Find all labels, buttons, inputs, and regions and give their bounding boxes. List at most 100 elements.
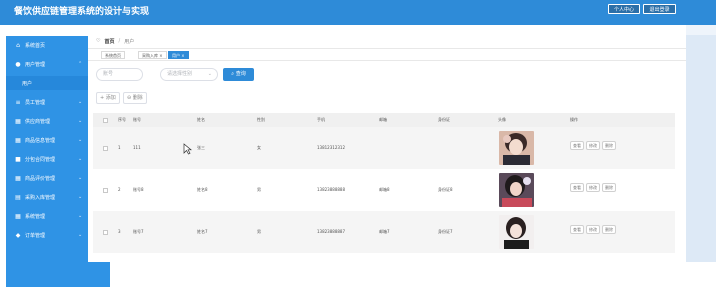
sidebar-item-label: 用户 [22,80,33,87]
mouse-cursor-icon [183,143,192,155]
avatar [499,215,534,249]
tab-home[interactable]: 系统首页 [101,51,125,59]
chevron-down-icon: ⌄ [207,71,212,77]
row-checkbox[interactable] [103,188,108,193]
row-checkbox[interactable] [103,230,108,235]
avatar-photo [499,215,534,249]
sidebar: ⌂ 系统首页 ● 用户管理 ⌃ 用户 ≡ 员工管理 ⌄ ▦ 供应商管理 ⌄ ▦ … [0,25,110,287]
chevron-down-icon: ⌄ [78,118,83,124]
truck-icon: ▤ [15,193,21,201]
personal-center-button[interactable]: 个人中心 [608,4,640,14]
view-button[interactable]: 查看 [570,225,584,234]
grid-icon: ▦ [15,136,21,144]
tab-user[interactable]: 用户 × [168,51,189,59]
main-content: ♡ 首页 / 用户 系统首页 采购入库 × 用户 × 账号 请选择性别 ⌄ ⌕ … [88,33,686,262]
sidebar-item-label: 员工管理 [25,99,46,106]
list-icon: ≡ [15,98,21,106]
query-button[interactable]: ⌕ 查询 [223,68,254,81]
app-title: 餐饮供应链管理系统的设计与实现 [14,7,150,17]
column-header-name: 姓名 [197,117,205,122]
delete-label: 删除 [132,95,143,101]
avatar-photo [499,131,534,165]
home-icon: ⌂ [16,41,20,49]
briefcase-icon: ■ [15,155,21,163]
edit-button[interactable]: 修改 [586,141,600,150]
account-search-input[interactable]: 账号 [96,68,143,81]
sidebar-item-label: 商品评价管理 [25,175,56,182]
cell-email: 邮箱7 [379,229,390,234]
cell-gender: 女 [257,145,261,150]
logout-button[interactable]: 退出登录 [643,4,676,14]
cell-account: 111 [133,145,141,150]
delete-circle-icon: ⊖ [127,95,132,101]
grid-icon: ▦ [15,174,21,182]
cell-phone: 13823888888 [317,187,345,192]
grid-icon: ▦ [15,117,21,125]
delete-button[interactable]: ⊖ 删除 [123,92,147,104]
divider [88,48,686,49]
user-icon: ● [15,60,21,68]
cell-account: 账号7 [133,229,144,234]
edit-button[interactable]: 修改 [586,225,600,234]
divider [88,60,686,61]
column-header-actions: 操作 [570,117,578,122]
cell-name: 姓名7 [197,229,208,234]
chevron-down-icon: ⌄ [78,137,83,143]
sidebar-item-label: 系统首页 [25,42,46,49]
cell-name: 张三 [197,145,205,150]
column-header-id-card: 身份证 [438,117,450,122]
column-header-account: 账号 [133,117,141,122]
view-button[interactable]: 查看 [570,183,584,192]
cell-account: 账号8 [133,187,144,192]
breadcrumb-separator: / [118,38,121,44]
table-row: 2 账号8 姓名8 男 13823888888 邮箱8 身份证8 查看 修改 删… [93,169,675,211]
top-bar: 餐饮供应链管理系统的设计与实现 个人中心 退出登录 [0,0,716,25]
cell-phone: 13823888887 [317,229,345,234]
breadcrumb-home[interactable]: 首页 [104,38,114,45]
cart-icon: ◆ [15,231,21,239]
cell-index: 2 [118,187,121,192]
gender-select[interactable]: 请选择性别 ⌄ [160,68,218,81]
select-all-checkbox[interactable] [103,118,108,123]
sidebar-item-label: 系统管理 [25,213,46,220]
avatar-photo [499,173,534,207]
right-background-panel [686,35,716,262]
tab-purchase-inbound[interactable]: 采购入库 × [138,51,167,59]
cell-email: 邮箱8 [379,187,390,192]
delete-row-button[interactable]: 删除 [602,225,616,234]
cell-index: 3 [118,229,121,234]
row-checkbox[interactable] [103,146,108,151]
avatar [499,131,534,165]
chevron-down-icon: ⌄ [78,213,83,219]
cell-name: 姓名8 [197,187,208,192]
sidebar-item-label: 用户管理 [25,61,46,68]
sidebar-item-label: 采购入库管理 [25,194,56,201]
add-button[interactable]: + 添加 [96,92,120,104]
avatar [499,173,534,207]
sidebar-item-label: 供应商管理 [25,118,51,125]
column-header-index: 序号 [118,117,126,122]
cell-id-card: 身份证7 [438,229,453,234]
table-row: 1 111 张三 女 13812312312 查看 修改 删除 [93,127,675,169]
view-button[interactable]: 查看 [570,141,584,150]
cell-gender: 男 [257,229,261,234]
chevron-down-icon: ⌄ [78,232,83,238]
delete-row-button[interactable]: 删除 [602,183,616,192]
edit-button[interactable]: 修改 [586,183,600,192]
heart-icon: ♡ [96,38,101,44]
column-header-phone: 手机 [317,117,325,122]
cell-gender: 男 [257,187,261,192]
chevron-down-icon: ⌄ [78,194,83,200]
cell-id-card: 身份证8 [438,187,453,192]
column-header-email: 邮箱 [379,117,387,122]
breadcrumb: ♡ 首页 / 用户 [96,38,134,45]
search-icon: ⌕ [231,71,235,77]
table-header: 序号 账号 姓名 性别 手机 邮箱 身份证 头像 操作 [93,113,675,127]
breadcrumb-current: 用户 [124,39,135,45]
delete-row-button[interactable]: 删除 [602,141,616,150]
table-row: 3 账号7 姓名7 男 13823888887 邮箱7 身份证7 查看 修改 删… [93,211,675,253]
cell-phone: 13812312312 [317,145,345,150]
cell-index: 1 [118,145,121,150]
chevron-down-icon: ⌄ [78,175,83,181]
chevron-down-icon: ⌄ [78,156,83,162]
